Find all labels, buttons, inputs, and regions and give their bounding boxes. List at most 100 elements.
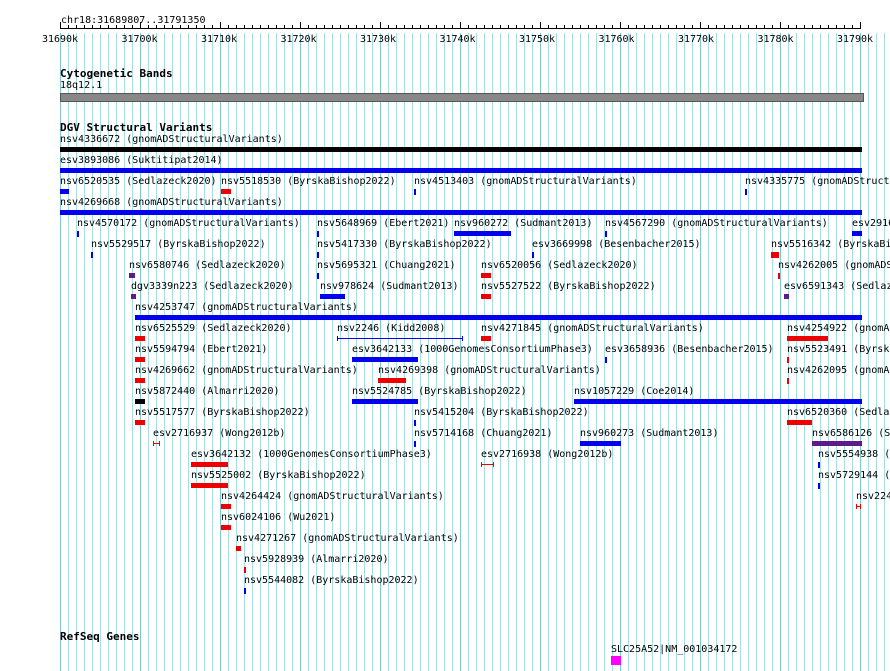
feature-label[interactable]: nsv5529517 (ByrskaBishop2022) bbox=[91, 239, 266, 250]
feature-bar[interactable] bbox=[481, 273, 491, 278]
feature-bar[interactable] bbox=[77, 231, 79, 237]
feature-bar[interactable] bbox=[135, 357, 145, 362]
feature-bar[interactable] bbox=[818, 462, 820, 468]
feature-label[interactable]: esv6591343 (Sedlaz bbox=[784, 281, 890, 292]
feature-label[interactable]: esv3642132 (1000GenomesConsortiumPhase3) bbox=[191, 449, 432, 460]
feature-bar[interactable] bbox=[244, 588, 246, 594]
feature-label[interactable]: esv3893086 (Suktitipat2014) bbox=[60, 155, 223, 166]
feature-bar[interactable] bbox=[611, 656, 621, 665]
feature-bar[interactable] bbox=[91, 252, 93, 258]
feature-label[interactable]: nsv4262005 (gnomADS bbox=[778, 260, 890, 271]
feature-label[interactable]: nsv2246 (Kidd2008) bbox=[337, 323, 445, 334]
feature-label[interactable]: SLC25A52|NM_001034172 bbox=[611, 644, 737, 655]
feature-bar[interactable] bbox=[481, 294, 491, 299]
feature-label[interactable]: nsv5554938 ( bbox=[818, 449, 890, 460]
feature-label[interactable]: nsv6586126 (S bbox=[812, 428, 890, 439]
feature-bar[interactable] bbox=[135, 420, 145, 425]
feature-bar[interactable] bbox=[191, 462, 228, 467]
feature-label[interactable]: nsv5415204 (ByrskaBishop2022) bbox=[414, 407, 589, 418]
feature-bar[interactable] bbox=[605, 231, 607, 237]
feature-bar[interactable] bbox=[135, 336, 145, 341]
feature-label[interactable]: nsv5517577 (ByrskaBishop2022) bbox=[135, 407, 310, 418]
feature-label[interactable]: nsv4264424 (gnomADStructuralVariants) bbox=[221, 491, 444, 502]
feature-bar[interactable] bbox=[317, 231, 319, 237]
feature-bar[interactable] bbox=[812, 441, 862, 446]
feature-bar[interactable] bbox=[852, 231, 862, 236]
feature-label[interactable]: nsv5695321 (Chuang2021) bbox=[317, 260, 455, 271]
feature-bar[interactable] bbox=[532, 252, 534, 258]
feature-bar[interactable] bbox=[454, 231, 511, 236]
feature-bar[interactable] bbox=[745, 189, 747, 195]
feature-bar[interactable] bbox=[221, 189, 231, 194]
feature-label[interactable]: nsv4269668 (gnomADStructuralVariants) bbox=[60, 197, 283, 208]
feature-label[interactable]: nsv4262095 (gnomADS bbox=[787, 365, 890, 376]
feature-bar[interactable] bbox=[135, 399, 145, 404]
feature-bar[interactable] bbox=[784, 294, 789, 299]
feature-label[interactable]: nsv5544082 (ByrskaBishop2022) bbox=[244, 575, 419, 586]
feature-label[interactable]: nsv224 bbox=[856, 491, 890, 502]
feature-label[interactable]: nsv5714168 (Chuang2021) bbox=[414, 428, 552, 439]
feature-bar[interactable] bbox=[605, 357, 607, 363]
feature-label[interactable]: esv3669998 (Besenbacher2015) bbox=[532, 239, 701, 250]
feature-bar[interactable] bbox=[481, 336, 491, 341]
feature-label[interactable]: nsv6580746 (Sedlazeck2020) bbox=[129, 260, 286, 271]
track-title-cytoband[interactable]: Cytogenetic Bands bbox=[60, 67, 173, 80]
feature-bar[interactable] bbox=[787, 357, 789, 363]
feature-bar[interactable] bbox=[818, 483, 820, 489]
feature-label[interactable]: nsv6525529 (Sedlazeck2020) bbox=[135, 323, 292, 334]
feature-label[interactable]: nsv5516342 (ByrskaBi bbox=[771, 239, 890, 250]
feature-label[interactable]: nsv5648969 (Ebert2021) bbox=[317, 218, 449, 229]
feature-label[interactable]: nsv1057229 (Coe2014) bbox=[574, 386, 694, 397]
track-title-refseq[interactable]: RefSeq Genes bbox=[60, 630, 139, 643]
feature-span-line[interactable] bbox=[337, 338, 463, 339]
feature-bar[interactable] bbox=[129, 273, 135, 278]
feature-bar[interactable] bbox=[378, 378, 406, 383]
feature-bar[interactable] bbox=[414, 420, 416, 426]
cytoband-bar[interactable] bbox=[60, 93, 864, 102]
feature-label[interactable]: nsv4271267 (gnomADStructuralVariants) bbox=[236, 533, 459, 544]
feature-label[interactable]: nsv4269662 (gnomADStructuralVariants) bbox=[135, 365, 358, 376]
feature-bar[interactable] bbox=[574, 399, 862, 404]
feature-label[interactable]: nsv4254922 (gnomAD bbox=[787, 323, 890, 334]
feature-bar[interactable] bbox=[236, 546, 241, 551]
feature-bar[interactable] bbox=[580, 441, 621, 446]
feature-label[interactable]: esv3658936 (Besenbacher2015) bbox=[605, 344, 774, 355]
feature-label[interactable]: nsv5518530 (ByrskaBishop2022) bbox=[221, 176, 396, 187]
feature-label[interactable]: nsv5417330 (ByrskaBishop2022) bbox=[317, 239, 492, 250]
feature-label[interactable]: nsv960273 (Sudmant2013) bbox=[580, 428, 718, 439]
feature-label[interactable]: nsv6024106 (Wu2021) bbox=[221, 512, 335, 523]
feature-bar[interactable] bbox=[778, 273, 780, 279]
feature-label[interactable]: nsv5594794 (Ebert2021) bbox=[135, 344, 267, 355]
feature-bar[interactable] bbox=[317, 273, 319, 279]
feature-bar[interactable] bbox=[771, 252, 779, 258]
feature-label[interactable]: nsv5729144 ( bbox=[818, 470, 890, 481]
feature-bar[interactable] bbox=[414, 189, 416, 195]
feature-bar[interactable] bbox=[135, 315, 862, 320]
feature-label[interactable]: esv2916 bbox=[852, 218, 890, 229]
feature-bar[interactable] bbox=[191, 483, 228, 488]
feature-bar[interactable] bbox=[787, 420, 812, 425]
feature-label[interactable]: esv2716937 (Wong2012b) bbox=[153, 428, 285, 439]
feature-label[interactable]: nsv6520056 (Sedlazeck2020) bbox=[481, 260, 638, 271]
feature-bar[interactable] bbox=[352, 357, 418, 362]
feature-label[interactable]: nsv5523491 (Byrsk bbox=[787, 344, 889, 355]
feature-bar[interactable] bbox=[221, 525, 231, 530]
feature-bar[interactable] bbox=[787, 336, 828, 341]
feature-label[interactable]: esv3642133 (1000GenomesConsortiumPhase3) bbox=[352, 344, 593, 355]
feature-bar[interactable] bbox=[244, 567, 246, 573]
feature-bar[interactable] bbox=[787, 378, 789, 384]
feature-label[interactable]: nsv5527522 (ByrskaBishop2022) bbox=[481, 281, 656, 292]
feature-bar[interactable] bbox=[414, 441, 416, 447]
feature-bar[interactable] bbox=[320, 294, 345, 299]
track-title-dgv[interactable]: DGV Structural Variants bbox=[60, 121, 212, 134]
feature-label[interactable]: nsv4335775 (gnomADStructu bbox=[745, 176, 890, 187]
feature-label[interactable]: nsv4253747 (gnomADStructuralVariants) bbox=[135, 302, 358, 313]
feature-label[interactable]: nsv960272 (Sudmant2013) bbox=[454, 218, 592, 229]
feature-label[interactable]: nsv4269398 (gnomADStructuralVariants) bbox=[378, 365, 601, 376]
feature-label[interactable]: esv2716938 (Wong2012b) bbox=[481, 449, 613, 460]
feature-label[interactable]: nsv4513403 (gnomADStructuralVariants) bbox=[414, 176, 637, 187]
feature-label[interactable]: nsv5872440 (Almarri2020) bbox=[135, 386, 280, 397]
feature-bar[interactable] bbox=[60, 147, 862, 152]
feature-label[interactable]: nsv4336672 (gnomADStructuralVariants) bbox=[60, 134, 283, 145]
feature-label[interactable]: nsv6520360 (Sedla bbox=[787, 407, 889, 418]
